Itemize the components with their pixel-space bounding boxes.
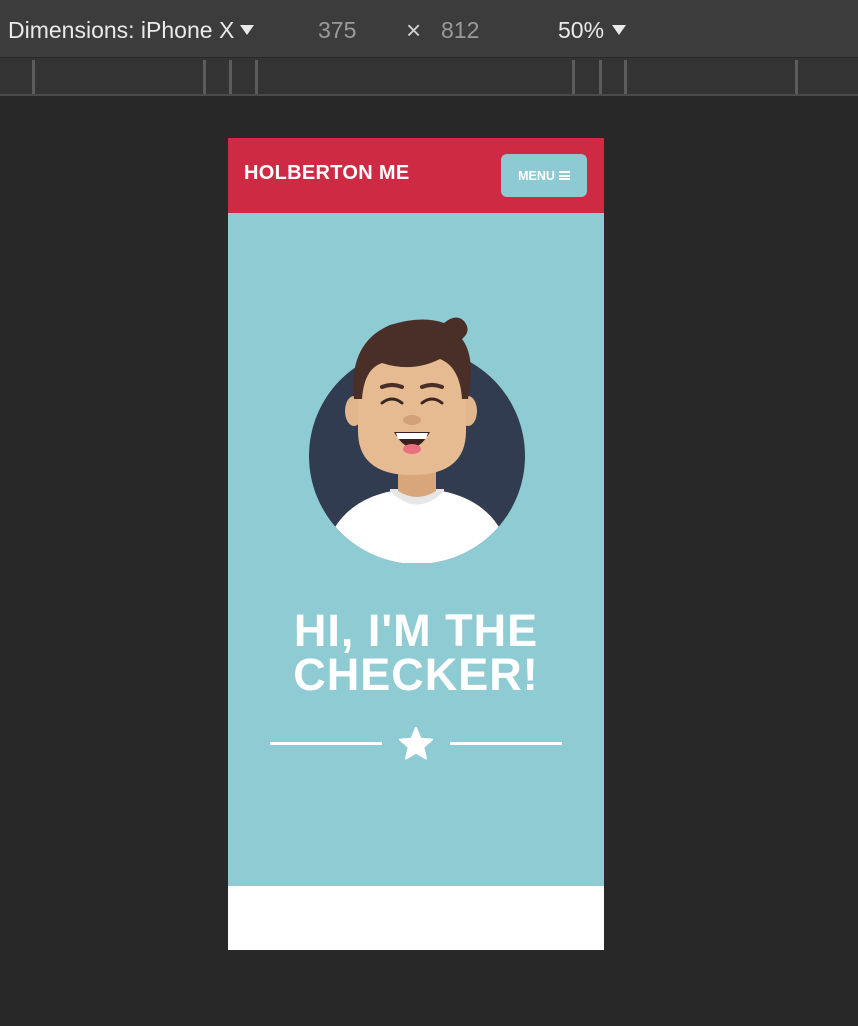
star-divider (270, 727, 562, 761)
media-query-marker[interactable] (572, 60, 575, 94)
divider-line-right (450, 742, 562, 745)
times-icon: × (406, 14, 422, 45)
site-brand[interactable]: HOLBERTON ME (244, 162, 409, 185)
caret-down-icon (240, 25, 255, 35)
avatar (309, 317, 525, 563)
star-icon (399, 727, 433, 760)
media-query-marker[interactable] (624, 60, 627, 94)
divider-line-left (270, 742, 382, 745)
dimensions-label: Dimensions: iPhone X (8, 16, 235, 43)
menu-button[interactable]: MENU (501, 154, 587, 197)
media-query-marker[interactable] (229, 60, 232, 94)
media-query-marker[interactable] (255, 60, 258, 94)
media-query-marker[interactable] (795, 60, 798, 94)
zoom-label: 50% (558, 16, 605, 43)
hero-section: HI, I'M THE CHECKER! (228, 213, 604, 886)
device-viewport: HOLBERTON ME MENU HI, I'M THE CHECKER! (228, 138, 604, 950)
width-input[interactable]: 375 (318, 15, 356, 45)
height-input[interactable]: 812 (441, 15, 479, 45)
media-query-bar (0, 58, 858, 96)
media-query-marker[interactable] (32, 60, 35, 94)
menu-label: MENU (518, 168, 555, 183)
hero-title: HI, I'M THE CHECKER! (293, 605, 539, 700)
dimensions-dropdown[interactable]: Dimensions: iPhone X (8, 15, 255, 45)
zoom-dropdown[interactable]: 50% (558, 15, 627, 45)
site-header: HOLBERTON ME MENU (228, 138, 604, 213)
caret-down-icon (612, 25, 627, 35)
media-query-marker[interactable] (599, 60, 602, 94)
media-query-marker[interactable] (203, 60, 206, 94)
device-toolbar: Dimensions: iPhone X 375 × 812 50% (0, 0, 858, 58)
hamburger-icon (558, 171, 570, 180)
